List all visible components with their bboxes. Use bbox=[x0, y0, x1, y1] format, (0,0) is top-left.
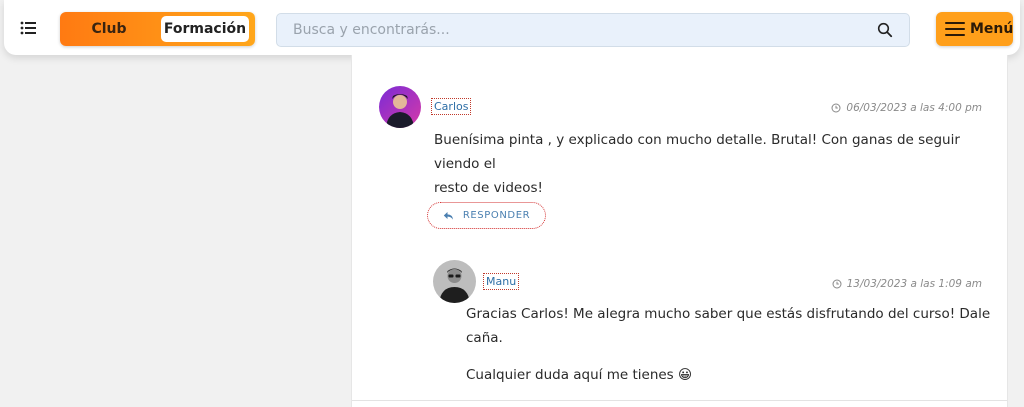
comment-date: 13/03/2023 a las 1:09 am bbox=[832, 278, 982, 290]
comment-body: Gracias Carlos! Me alegra mucho saber qu… bbox=[466, 302, 996, 387]
formacion-toggle-option[interactable]: Formación bbox=[161, 16, 249, 42]
search-input[interactable] bbox=[277, 14, 867, 46]
comment-date-text: 06/03/2023 a las 4:00 pm bbox=[846, 102, 982, 114]
club-formacion-toggle: Club Formación bbox=[60, 12, 255, 46]
comment-line: Buenísima pinta , y explicado con mucho … bbox=[434, 132, 960, 172]
comments-card: Carlos 06/03/2023 a las 4:00 pm Buenísim… bbox=[351, 55, 1008, 407]
list-menu-button[interactable] bbox=[18, 17, 40, 39]
avatar-manu bbox=[433, 260, 476, 303]
reply-button-label: RESPONDER bbox=[462, 210, 531, 221]
reply-arrow-icon bbox=[443, 211, 453, 220]
reply-button[interactable]: RESPONDER bbox=[427, 202, 546, 229]
comment-paragraph: Gracias Carlos! Me alegra mucho saber qu… bbox=[466, 306, 991, 346]
menu-label: Menú bbox=[970, 21, 1014, 37]
comment-body: Buenísima pinta , y explicado con mucho … bbox=[434, 128, 994, 200]
comment-date: 06/03/2023 a las 4:00 pm bbox=[831, 102, 982, 114]
search-icon[interactable] bbox=[877, 22, 893, 38]
avatar-carlos bbox=[379, 86, 421, 128]
club-toggle-option[interactable]: Club bbox=[60, 12, 158, 46]
top-navigation-bar: Club Formación Menú bbox=[4, 0, 1020, 55]
comment-line: resto de videos! bbox=[434, 180, 543, 196]
search-bar bbox=[276, 13, 910, 47]
comment-author-link[interactable]: Manu bbox=[483, 273, 520, 290]
comment-author-link[interactable]: Carlos bbox=[431, 98, 472, 115]
comment-paragraph: Cualquier duda aquí me tienes 😀 bbox=[466, 367, 693, 383]
hamburger-icon bbox=[945, 22, 965, 36]
divider bbox=[352, 400, 1007, 401]
clock-icon bbox=[831, 103, 841, 113]
menu-button[interactable]: Menú bbox=[936, 12, 1013, 46]
comment-date-text: 13/03/2023 a las 1:09 am bbox=[846, 278, 982, 290]
clock-icon bbox=[832, 279, 842, 289]
list-icon bbox=[20, 21, 36, 35]
